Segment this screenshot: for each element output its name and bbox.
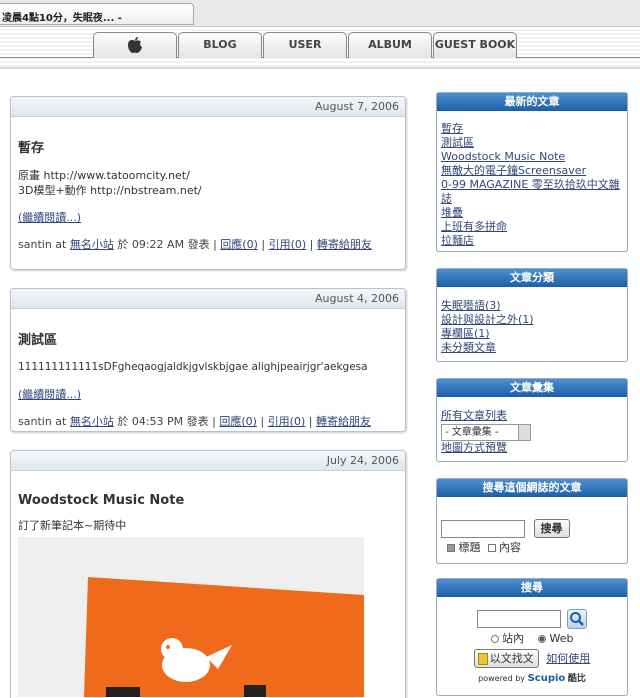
reply-link[interactable]: 回應(0) bbox=[220, 238, 258, 251]
nav-tab-guestbook-label: GUEST BOOK bbox=[434, 38, 516, 51]
post-meta: santin at 無名小站 於 09:22 AM 發表 | 回應(0) | 引… bbox=[18, 238, 372, 251]
nav-tab-blog[interactable]: BLOG bbox=[178, 32, 262, 58]
nav-tab-user-label: USER bbox=[288, 38, 322, 51]
archive-select[interactable]: - 文章彙集 - bbox=[441, 424, 531, 441]
post-date: July 24, 2006 bbox=[11, 451, 405, 471]
site-link[interactable]: 無名小站 bbox=[70, 415, 114, 428]
blog-post: August 4, 2006 測試區 111111111111sDFgheqao… bbox=[10, 288, 406, 432]
web-search-header: 搜尋 bbox=[437, 579, 627, 597]
site-link[interactable]: 無名小站 bbox=[70, 238, 114, 251]
category-link[interactable]: 專欄區(1) bbox=[441, 327, 623, 341]
how-to-use-link[interactable]: 如何使用 bbox=[546, 652, 590, 665]
search-content-label: 內容 bbox=[499, 541, 521, 554]
latest-post-link[interactable]: 測試區 bbox=[441, 136, 623, 150]
post-title: 暫存 bbox=[18, 141, 45, 156]
browser-tab-title: 凌晨4點10分，失眠夜... - bbox=[2, 13, 122, 24]
search-content-checkbox[interactable] bbox=[487, 544, 496, 552]
post-meta: santin at 無名小站 於 04:53 PM 發表 | 回應(0) | 引… bbox=[18, 415, 371, 428]
cite-link[interactable]: 引用(0) bbox=[268, 415, 306, 428]
search-icon bbox=[570, 612, 585, 626]
nav-tab-user[interactable]: USER bbox=[263, 32, 347, 58]
post-at: at bbox=[55, 415, 67, 428]
web-search-input[interactable] bbox=[476, 610, 561, 628]
archive-box: 文章彙集 所有文章列表 - 文章彙集 - 地圖方式預覽 bbox=[436, 378, 628, 462]
read-more-link[interactable]: (繼續閱讀...) bbox=[18, 211, 81, 224]
search-icon-button[interactable] bbox=[567, 609, 588, 629]
search-title-checkbox[interactable] bbox=[447, 544, 455, 552]
category-link[interactable]: 未分類文章 bbox=[441, 341, 623, 355]
nav-tab-home[interactable] bbox=[93, 32, 177, 58]
blog-search-box: 搜尋這個網誌的文章 搜尋 標題 內容 bbox=[436, 478, 628, 564]
site-nav: BLOG USER ALBUM GUEST BOOK bbox=[0, 27, 640, 69]
reply-link[interactable]: 回應(0) bbox=[219, 415, 257, 428]
latest-posts-header: 最新的文章 bbox=[437, 93, 627, 111]
post-photo bbox=[18, 537, 364, 697]
scupio-logo: Scupio bbox=[527, 673, 566, 684]
nav-tab-blog-label: BLOG bbox=[203, 38, 237, 51]
latest-post-link[interactable]: 堆疊 bbox=[441, 206, 623, 220]
nav-tab-album[interactable]: ALBUM bbox=[348, 32, 432, 58]
powered-by-text: powered by bbox=[478, 674, 526, 683]
nav-tab-guestbook[interactable]: GUEST BOOK bbox=[433, 32, 517, 58]
site-search-label: 站內 bbox=[502, 632, 524, 645]
latest-post-link[interactable]: 0-99 MAGAZINE 零至玖拾玖中文雜誌 bbox=[441, 178, 623, 206]
archive-select-value: - 文章彙集 - bbox=[445, 427, 499, 438]
latest-posts-box: 最新的文章 暫存 測試區 Woodstock Music Note 無敵大的電子… bbox=[436, 92, 628, 252]
apple-icon bbox=[128, 37, 142, 53]
latest-post-link[interactable]: Woodstock Music Note bbox=[441, 150, 623, 164]
blog-search-input[interactable] bbox=[441, 519, 525, 538]
forward-link[interactable]: 轉寄給朋友 bbox=[317, 238, 372, 251]
post-title: Woodstock Music Note bbox=[18, 493, 185, 508]
map-preview-link[interactable]: 地圖方式預覽 bbox=[441, 441, 623, 455]
blog-search-header: 搜尋這個網誌的文章 bbox=[437, 479, 627, 497]
categories-header: 文章分類 bbox=[437, 269, 627, 287]
post-author: santin bbox=[18, 415, 52, 428]
post-author: santin bbox=[18, 238, 52, 251]
post-text-line: 訂了新筆記本~期待中 bbox=[18, 519, 127, 532]
post-text-line: 原畫 http://www.tatoomcity.net/ bbox=[18, 169, 190, 182]
latest-post-link[interactable]: 拉麵店 bbox=[441, 234, 623, 248]
site-search-radio[interactable] bbox=[490, 635, 499, 643]
browser-tab[interactable]: 凌晨4點10分，失眠夜... - bbox=[0, 3, 194, 25]
web-search-label: Web bbox=[549, 632, 574, 645]
browser-tab-strip: 凌晨4點10分，失眠夜... - bbox=[0, 0, 640, 27]
scupio-suffix: 酷比 bbox=[567, 674, 586, 684]
notebook-photo-illustration bbox=[18, 537, 364, 697]
document-icon bbox=[477, 653, 488, 665]
search-title-label: 標題 bbox=[458, 541, 481, 554]
categories-box: 文章分類 失眠囈語(3) 設計與設計之外(1) 專欄區(1) 未分類文章 bbox=[436, 268, 628, 362]
forward-link[interactable]: 轉寄給朋友 bbox=[316, 415, 371, 428]
post-text-line: 111111111111sDFgheqaogjaldkjgvlskbjgae a… bbox=[18, 361, 368, 373]
chevron-down-icon bbox=[518, 425, 530, 440]
blog-post: July 24, 2006 Woodstock Music Note 訂了新筆記… bbox=[10, 450, 406, 698]
all-posts-link[interactable]: 所有文章列表 bbox=[441, 409, 623, 423]
post-title: 測試區 bbox=[18, 333, 58, 348]
category-link[interactable]: 失眠囈語(3) bbox=[441, 299, 623, 313]
post-text-line: 3D模型+動作 http://nbstream.net/ bbox=[18, 184, 202, 197]
latest-post-link[interactable]: 上班有多拼命 bbox=[441, 220, 623, 234]
post-time: 於 09:22 AM 發表 bbox=[117, 238, 210, 251]
web-search-box: 搜尋 站內 Web 以文找文 如何使用 powered by Scupio 酷比 bbox=[436, 578, 628, 696]
category-link[interactable]: 設計與設計之外(1) bbox=[441, 313, 623, 327]
blog-post: August 7, 2006 暫存 原畫 http://www.tatoomci… bbox=[10, 96, 406, 270]
cite-link[interactable]: 引用(0) bbox=[269, 238, 307, 251]
post-at: at bbox=[55, 238, 67, 251]
post-date: August 7, 2006 bbox=[11, 97, 405, 117]
post-date: August 4, 2006 bbox=[11, 289, 405, 309]
read-more-link[interactable]: (繼續閱讀...) bbox=[18, 388, 81, 401]
latest-post-link[interactable]: 無敵大的電子鐘Screensaver bbox=[441, 164, 623, 178]
find-by-text-button[interactable]: 以文找文 bbox=[473, 649, 539, 668]
archive-header: 文章彙集 bbox=[437, 379, 627, 397]
blog-search-button[interactable]: 搜尋 bbox=[533, 519, 570, 538]
post-time: 於 04:53 PM 發表 bbox=[117, 415, 209, 428]
nav-tab-album-label: ALBUM bbox=[368, 38, 412, 51]
find-by-text-label: 以文找文 bbox=[489, 652, 534, 665]
web-search-radio[interactable] bbox=[538, 635, 546, 643]
latest-post-link[interactable]: 暫存 bbox=[441, 122, 623, 136]
